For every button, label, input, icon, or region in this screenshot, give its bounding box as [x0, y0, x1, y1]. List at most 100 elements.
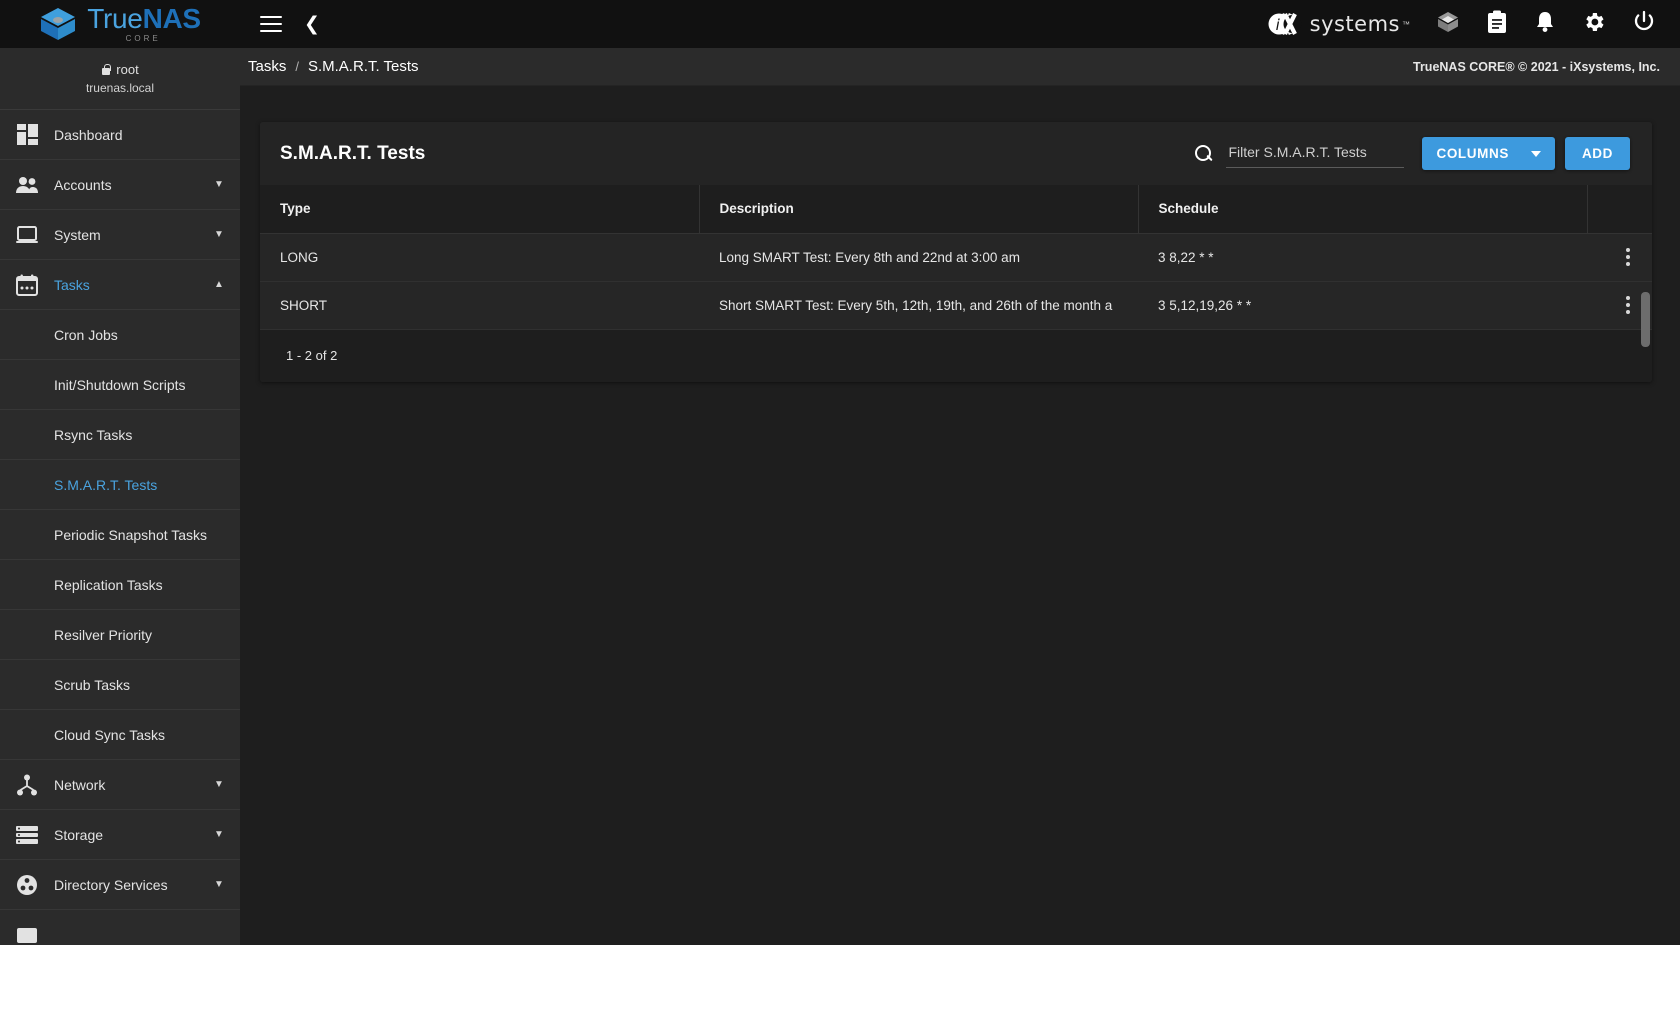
sidebar-item-network[interactable]: Network ▼ — [0, 760, 240, 810]
column-header-schedule[interactable]: Schedule — [1138, 185, 1589, 234]
sidebar-item-init-shutdown-scripts[interactable]: Init/Shutdown Scripts — [0, 360, 240, 410]
sidebar-item-replication-tasks[interactable]: Replication Tasks — [0, 560, 240, 610]
breadcrumb-current: S.M.A.R.T. Tests — [307, 58, 419, 75]
accounts-icon — [0, 176, 54, 194]
power-icon[interactable] — [1632, 10, 1656, 39]
sidebar-subitem-label: S.M.A.R.T. Tests — [54, 476, 158, 493]
truenas-app-window: TrueNAS CORE ❮ i systems ™ root truenas.… — [0, 0, 1680, 945]
browser-blank-area — [0, 945, 1680, 1010]
sidebar-item-tasks[interactable]: Tasks ▲ — [0, 260, 240, 310]
sidebar-item-periodic-snapshot-tasks[interactable]: Periodic Snapshot Tasks — [0, 510, 240, 560]
chevron-down-icon[interactable]: ▼ — [198, 779, 240, 790]
cell-schedule: 3 5,12,19,26 * * — [1138, 281, 1588, 330]
chevron-down-icon[interactable]: ▼ — [198, 229, 240, 240]
cell-type: LONG — [260, 233, 699, 282]
ixsystems-logo: i systems ™ — [1268, 11, 1410, 37]
table-header: Type Description Schedule — [260, 185, 1652, 234]
cell-description: Long SMART Test: Every 8th and 22nd at 3… — [699, 233, 1138, 282]
sidebar-subitem-label: Rsync Tasks — [54, 426, 133, 443]
sidebar-item-smart-tests[interactable]: S.M.A.R.T. Tests — [0, 460, 240, 510]
storage-icon — [0, 825, 54, 845]
cell-type: SHORT — [260, 281, 699, 330]
sidebar-item-directory-services[interactable]: Directory Services ▼ — [0, 860, 240, 910]
bell-icon[interactable] — [1534, 10, 1556, 39]
sidebar-hostname: truenas.local — [85, 81, 155, 95]
sidebar-subitem-label: Cloud Sync Tasks — [54, 726, 166, 743]
sidebar-item-accounts[interactable]: Accounts ▼ — [0, 160, 240, 210]
top-bar: TrueNAS CORE ❮ i systems ™ — [0, 0, 1680, 48]
hamburger-icon[interactable] — [260, 16, 282, 32]
column-header-description[interactable]: Description — [699, 185, 1139, 234]
clipboard-icon[interactable] — [1486, 10, 1508, 39]
sidebar-item-system[interactable]: System ▼ — [0, 210, 240, 260]
main-content-area: Tasks / S.M.A.R.T. Tests TrueNAS CORE® ©… — [240, 48, 1680, 945]
sidebar-subitem-label: Replication Tasks — [54, 576, 163, 593]
gear-icon[interactable] — [1582, 10, 1606, 39]
row-menu-icon[interactable] — [1608, 248, 1652, 266]
sidebar-item-label: Dashboard — [54, 126, 123, 143]
brand-name-part1: True — [87, 3, 143, 34]
topbar-left-controls: ❮ — [260, 14, 320, 34]
sidebar-item-dashboard[interactable]: Dashboard — [0, 110, 240, 160]
system-icon — [0, 225, 54, 245]
sidebar-item-resilver-priority[interactable]: Resilver Priority — [0, 610, 240, 660]
brand-name-part2: NAS — [142, 3, 202, 34]
chevron-up-icon[interactable]: ▲ — [198, 279, 240, 290]
sidebar-subitem-label: Resilver Priority — [54, 626, 153, 643]
sidebar-item-partial-next[interactable] — [0, 910, 240, 945]
breadcrumb-parent[interactable]: Tasks — [248, 58, 286, 75]
chevron-left-icon[interactable]: ❮ — [304, 14, 320, 34]
sidebar-subitem-label: Init/Shutdown Scripts — [54, 376, 186, 393]
vertical-scrollbar[interactable] — [1641, 292, 1650, 347]
ixsystems-wordmark: systems — [1309, 12, 1400, 36]
network-icon — [0, 774, 54, 796]
sidebar-subitem-label: Cron Jobs — [54, 326, 118, 343]
column-header-type[interactable]: Type — [260, 185, 700, 234]
sidebar-item-label: Storage — [54, 826, 104, 843]
topbar-right-controls: i systems ™ — [1268, 10, 1680, 39]
smart-tests-card: S.M.A.R.T. Tests COLUMNS ADD — [260, 122, 1652, 382]
add-button[interactable]: ADD — [1564, 137, 1630, 170]
table-body: LONG Long SMART Test: Every 8th and 22nd… — [260, 233, 1652, 330]
chevron-down-icon[interactable]: ▼ — [198, 179, 240, 190]
sidebar-username: root — [116, 62, 139, 77]
breadcrumb-separator: / — [295, 59, 299, 74]
ixsystems-trademark: ™ — [1402, 19, 1410, 29]
table-row[interactable]: LONG Long SMART Test: Every 8th and 22nd… — [260, 233, 1652, 282]
search-input[interactable] — [1226, 139, 1405, 168]
cell-actions — [1587, 233, 1652, 282]
sidebar-item-rsync-tasks[interactable]: Rsync Tasks — [0, 410, 240, 460]
dashboard-icon — [0, 124, 54, 145]
sidebar: root truenas.local Dashboard Accounts ▼ … — [0, 48, 240, 945]
copyright-text: TrueNAS CORE® © 2021 - iXsystems, Inc. — [1413, 59, 1660, 74]
sidebar-item-cron-jobs[interactable]: Cron Jobs — [0, 310, 240, 360]
search-icon[interactable] — [1194, 144, 1214, 164]
columns-button-label: COLUMNS — [1436, 146, 1509, 161]
filter-area — [1194, 139, 1405, 168]
sidebar-user-row: root — [101, 62, 139, 77]
table-header-row: Type Description Schedule — [260, 185, 1652, 234]
cell-description: Short SMART Test: Every 5th, 12th, 19th,… — [699, 281, 1138, 330]
sidebar-item-cloud-sync-tasks[interactable]: Cloud Sync Tasks — [0, 710, 240, 760]
sidebar-item-label: System — [54, 226, 101, 243]
table-row[interactable]: SHORT Short SMART Test: Every 5th, 12th,… — [260, 281, 1652, 330]
brand-logo-area[interactable]: TrueNAS CORE — [0, 0, 240, 48]
calendar-icon — [0, 274, 54, 296]
brand-wordmark: TrueNAS CORE — [87, 5, 201, 43]
page-content: S.M.A.R.T. Tests COLUMNS ADD — [240, 86, 1680, 382]
breadcrumb: Tasks / S.M.A.R.T. Tests TrueNAS CORE® ©… — [240, 48, 1680, 86]
chevron-down-icon[interactable]: ▼ — [198, 829, 240, 840]
sidebar-user-block: root truenas.local — [0, 48, 240, 110]
chevron-down-icon[interactable]: ▼ — [198, 879, 240, 890]
sidebar-item-label: Tasks — [54, 276, 90, 293]
columns-button[interactable]: COLUMNS — [1422, 137, 1555, 170]
smart-tests-table: Type Description Schedule LONG Long SMAR… — [260, 185, 1652, 330]
card-header: S.M.A.R.T. Tests COLUMNS ADD — [260, 122, 1652, 185]
sidebar-item-label: Accounts — [54, 176, 112, 193]
sidebar-item-label: Directory Services — [54, 876, 168, 893]
sidebar-item-storage[interactable]: Storage ▼ — [0, 810, 240, 860]
cube-icon[interactable] — [1436, 10, 1460, 39]
brand-subtitle: CORE — [125, 34, 161, 43]
paginator-range-label: 1 - 2 of 2 — [286, 348, 338, 363]
sidebar-item-scrub-tasks[interactable]: Scrub Tasks — [0, 660, 240, 710]
